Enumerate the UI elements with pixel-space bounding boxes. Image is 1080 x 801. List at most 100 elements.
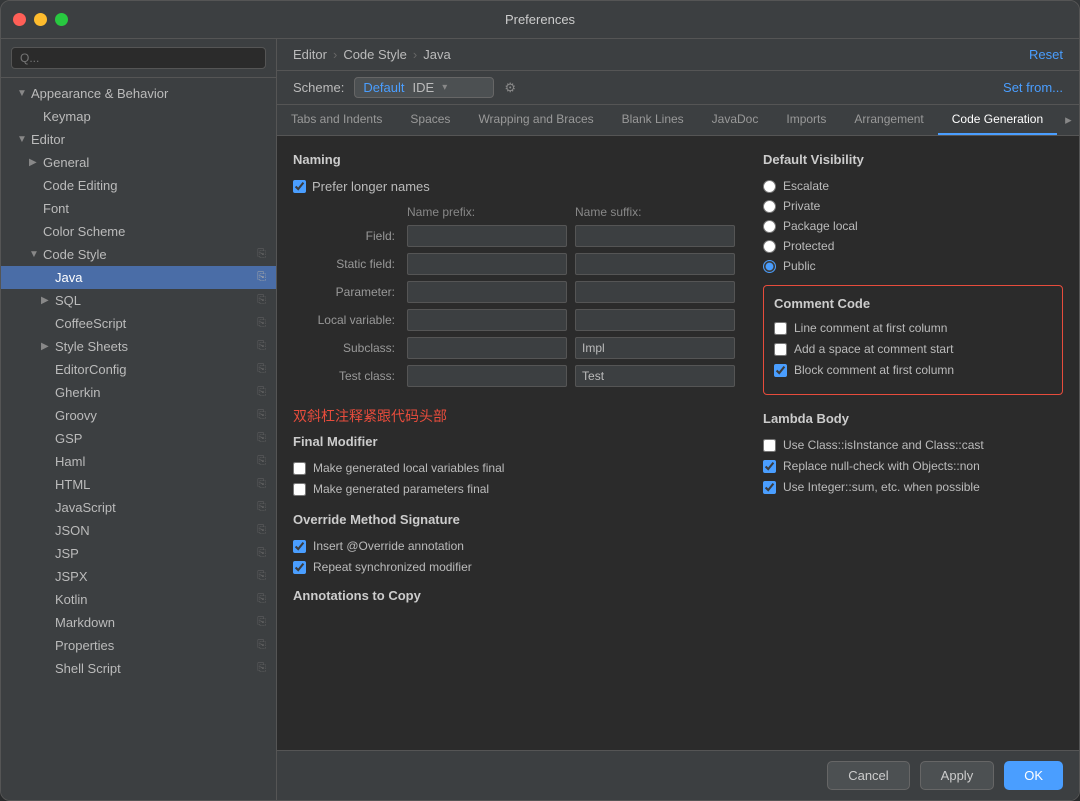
tab-tabs-indents[interactable]: Tabs and Indents <box>277 105 396 135</box>
sidebar-item-label: Markdown <box>55 615 115 630</box>
visibility-public: Public <box>763 259 1063 273</box>
apply-button[interactable]: Apply <box>920 761 995 790</box>
final-parameters-checkbox[interactable] <box>293 483 306 496</box>
sidebar-item-markdown[interactable]: Markdown ⎘ <box>1 611 276 634</box>
sidebar-item-label: Haml <box>55 454 85 469</box>
sidebar-item-haml[interactable]: Haml ⎘ <box>1 450 276 473</box>
bottom-bar: Cancel Apply OK <box>277 750 1079 800</box>
minimize-button[interactable] <box>34 13 47 26</box>
sidebar-item-gsp[interactable]: GSP ⎘ <box>1 427 276 450</box>
naming-table: Name prefix: Name suffix: Field: <box>293 202 739 390</box>
visibility-escalate-radio[interactable] <box>763 180 776 193</box>
test-class-prefix-input[interactable] <box>407 365 567 387</box>
sidebar-item-code-style[interactable]: ▼ Code Style ⎘ <box>1 243 276 266</box>
field-suffix-input[interactable] <box>575 225 735 247</box>
block-comment-first-column-checkbox[interactable] <box>774 364 787 377</box>
visibility-private-radio[interactable] <box>763 200 776 213</box>
tab-wrapping[interactable]: Wrapping and Braces <box>464 105 607 135</box>
search-input[interactable] <box>11 47 266 69</box>
local-variable-prefix-input[interactable] <box>407 309 567 331</box>
sidebar-item-shell-script[interactable]: Shell Script ⎘ <box>1 657 276 680</box>
line-comment-first-column-checkbox[interactable] <box>774 322 787 335</box>
visibility-radio-group: Escalate Private Package local Prot <box>763 179 1063 273</box>
gear-icon[interactable]: ⚙ <box>504 80 516 96</box>
sidebar-item-groovy[interactable]: Groovy ⎘ <box>1 404 276 427</box>
sidebar-item-editor[interactable]: ▼ Editor <box>1 128 276 151</box>
static-field-prefix-input[interactable] <box>407 253 567 275</box>
static-field-suffix-input[interactable] <box>575 253 735 275</box>
subclass-prefix-input[interactable] <box>407 337 567 359</box>
arrow-icon: ▼ <box>17 88 27 99</box>
naming-title: Naming <box>293 152 739 167</box>
lambda-nullcheck-item: Replace null-check with Objects::non <box>763 459 1063 473</box>
sidebar-item-keymap[interactable]: Keymap <box>1 105 276 128</box>
sidebar-item-appearance[interactable]: ▼ Appearance & Behavior <box>1 82 276 105</box>
reset-button[interactable]: Reset <box>1029 47 1063 62</box>
tab-code-generation[interactable]: Code Generation <box>938 105 1057 135</box>
visibility-public-radio[interactable] <box>763 260 776 273</box>
cancel-button[interactable]: Cancel <box>827 761 909 790</box>
sidebar-item-general[interactable]: ▶ General <box>1 151 276 174</box>
subclass-suffix-input[interactable] <box>575 337 735 359</box>
sidebar-search-container <box>1 39 276 78</box>
set-from-button[interactable]: Set from... <box>1003 80 1063 95</box>
prefer-longer-names-checkbox[interactable] <box>293 180 306 193</box>
visibility-protected-radio[interactable] <box>763 240 776 253</box>
copy-icon: ⎘ <box>257 455 266 468</box>
sidebar-item-label: Code Editing <box>43 178 117 193</box>
parameter-suffix-input[interactable] <box>575 281 735 303</box>
parameter-label: Parameter: <box>293 278 403 306</box>
scheme-select[interactable]: Default IDE ▾ <box>354 77 494 98</box>
ok-button[interactable]: OK <box>1004 761 1063 790</box>
sidebar-item-style-sheets[interactable]: ▶ Style Sheets ⎘ <box>1 335 276 358</box>
test-class-suffix-input[interactable] <box>575 365 735 387</box>
local-variable-suffix-input[interactable] <box>575 309 735 331</box>
sidebar-item-kotlin[interactable]: Kotlin ⎘ <box>1 588 276 611</box>
sidebar-item-color-scheme[interactable]: Color Scheme <box>1 220 276 243</box>
lambda-isinstance-checkbox[interactable] <box>763 439 776 452</box>
breadcrumb-sep2: › <box>413 47 417 62</box>
sidebar-item-label: Groovy <box>55 408 97 423</box>
lambda-nullcheck-checkbox[interactable] <box>763 460 776 473</box>
sidebar-item-properties[interactable]: Properties ⎘ <box>1 634 276 657</box>
tab-arrangement[interactable]: Arrangement <box>840 105 937 135</box>
tab-blank-lines[interactable]: Blank Lines <box>608 105 698 135</box>
sidebar-item-label: Gherkin <box>55 385 101 400</box>
visibility-package-local-radio[interactable] <box>763 220 776 233</box>
repeat-synchronized-checkbox[interactable] <box>293 561 306 574</box>
sidebar-item-java[interactable]: Java ⎘ <box>1 266 276 289</box>
sidebar-item-jsp[interactable]: JSP ⎘ <box>1 542 276 565</box>
field-prefix-input[interactable] <box>407 225 567 247</box>
tab-spaces[interactable]: Spaces <box>396 105 464 135</box>
sidebar-item-sql[interactable]: ▶ SQL ⎘ <box>1 289 276 312</box>
tab-imports[interactable]: Imports <box>772 105 840 135</box>
tab-more-button[interactable]: ▸ <box>1057 105 1079 135</box>
copy-icon: ⎘ <box>257 340 266 353</box>
arrow-icon: ▼ <box>17 134 27 145</box>
final-local-variables-checkbox[interactable] <box>293 462 306 475</box>
maximize-button[interactable] <box>55 13 68 26</box>
sidebar-item-label: Shell Script <box>55 661 121 676</box>
sidebar-item-font[interactable]: Font <box>1 197 276 220</box>
sidebar-item-html[interactable]: HTML ⎘ <box>1 473 276 496</box>
line-comment-first-column-label: Line comment at first column <box>794 321 947 335</box>
sidebar-item-gherkin[interactable]: Gherkin ⎘ <box>1 381 276 404</box>
copy-icon: ⎘ <box>257 662 266 675</box>
sidebar-tree: ▼ Appearance & Behavior Keymap ▼ Editor … <box>1 78 276 800</box>
sidebar-item-editorconfig[interactable]: EditorConfig ⎘ <box>1 358 276 381</box>
sidebar-item-label: JSON <box>55 523 90 538</box>
lambda-integersum-checkbox[interactable] <box>763 481 776 494</box>
sidebar-item-label: Code Style <box>43 247 107 262</box>
close-button[interactable] <box>13 13 26 26</box>
sidebar-item-javascript[interactable]: JavaScript ⎘ <box>1 496 276 519</box>
add-space-comment-checkbox[interactable] <box>774 343 787 356</box>
sidebar-item-coffeescript[interactable]: CoffeeScript ⎘ <box>1 312 276 335</box>
sidebar-item-code-editing[interactable]: Code Editing <box>1 174 276 197</box>
parameter-prefix-input[interactable] <box>407 281 567 303</box>
annotations-to-copy-section: Annotations to Copy <box>293 588 739 603</box>
override-annotation-checkbox[interactable] <box>293 540 306 553</box>
tab-javadoc[interactable]: JavaDoc <box>698 105 773 135</box>
sidebar-item-json[interactable]: JSON ⎘ <box>1 519 276 542</box>
sidebar-item-jspx[interactable]: JSPX ⎘ <box>1 565 276 588</box>
right-panel: Default Visibility Escalate Private P <box>763 152 1063 734</box>
